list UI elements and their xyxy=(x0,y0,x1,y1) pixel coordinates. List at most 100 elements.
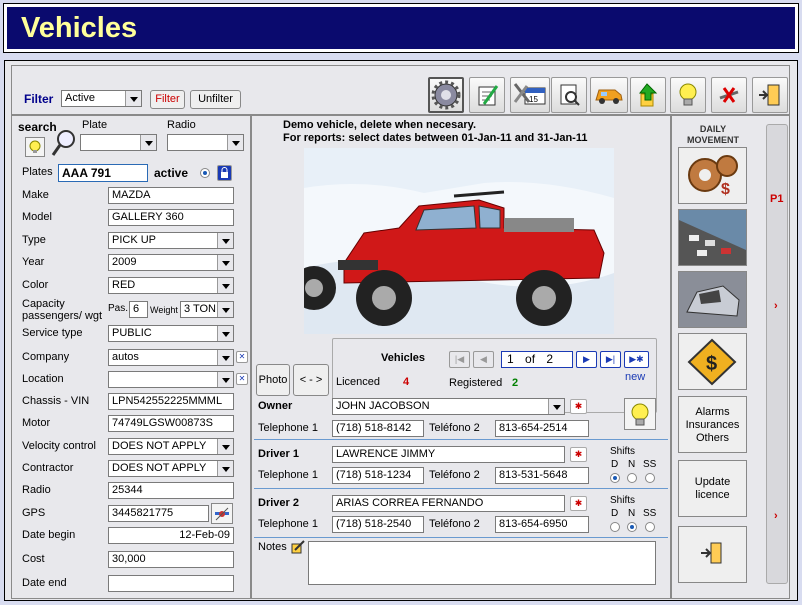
motor-field[interactable]: 74749LGSW00873S xyxy=(108,415,234,432)
driver1-tel2-field[interactable]: 813-531-5648 xyxy=(495,467,589,484)
driver1-label: Driver 1 xyxy=(258,448,299,460)
chevron-down-icon xyxy=(222,378,230,383)
daily-movement-button[interactable]: $ xyxy=(678,147,747,204)
scroll-down-chevron-icon[interactable]: › xyxy=(774,510,778,522)
delete-toolbar-button[interactable] xyxy=(711,77,747,113)
update-licence-button[interactable]: Update licence xyxy=(678,460,747,517)
contractor-select[interactable]: DOES NOT APPLY xyxy=(108,460,234,477)
driver1-shift-n-radio[interactable] xyxy=(627,473,637,483)
owner-tel2-field[interactable]: 813-654-2514 xyxy=(495,420,589,437)
preview-toolbar-button[interactable] xyxy=(551,77,587,113)
print-preview-icon xyxy=(560,84,580,106)
date-begin-field[interactable]: 12-Feb-09 xyxy=(108,527,234,544)
filter-button[interactable]: Filter xyxy=(150,90,185,109)
radio-search-select[interactable] xyxy=(167,134,244,151)
location-add-button[interactable]: ✕ xyxy=(236,373,248,385)
alarms-insurances-button[interactable]: Alarms Insurances Others xyxy=(678,396,747,453)
driver2-shift-ss-radio[interactable] xyxy=(645,522,655,532)
velocity-control-select[interactable]: DOES NOT APPLY xyxy=(108,438,234,455)
export-toolbar-button[interactable] xyxy=(630,77,666,113)
accidents-button[interactable] xyxy=(678,271,747,328)
vehicle-photo xyxy=(304,148,614,334)
photo-button[interactable]: Photo xyxy=(256,364,290,396)
driver1-name-field[interactable]: LAWRENCE JIMMY xyxy=(332,446,565,463)
owner-tips-button[interactable] xyxy=(624,398,656,430)
chevron-down-icon xyxy=(222,261,230,266)
notes-field[interactable] xyxy=(308,541,656,585)
year-select[interactable]: 2009 xyxy=(108,254,234,271)
plates-input[interactable]: AAA 791 xyxy=(58,164,148,182)
company-add-button[interactable]: ✕ xyxy=(236,351,248,363)
weight-label: Weight xyxy=(150,305,178,315)
company-label: Company xyxy=(22,351,70,363)
plate-search-select[interactable] xyxy=(80,134,157,151)
unfilter-button[interactable]: Unfilter xyxy=(190,90,241,109)
company-select[interactable]: autos xyxy=(108,349,234,366)
radio-field[interactable]: 25344 xyxy=(108,482,234,499)
calendar-tools-toolbar-button[interactable]: 15 xyxy=(510,77,550,113)
driver2-tel2-field[interactable]: 813-654-6950 xyxy=(495,516,589,533)
exit-toolbar-button[interactable] xyxy=(752,77,788,113)
search-tips-button[interactable] xyxy=(25,137,45,157)
driver1-shift-ss-radio[interactable] xyxy=(645,473,655,483)
notes-edit-icon[interactable] xyxy=(290,539,306,555)
vehicle-details-panel: search Plate Radio Plates AAA 791 active… xyxy=(11,115,251,599)
satellite-button[interactable] xyxy=(211,503,233,524)
driver2-shift-n-radio[interactable] xyxy=(627,522,637,532)
driver2-tel1-field[interactable]: (718) 518-2540 xyxy=(332,516,424,533)
color-select[interactable]: RED xyxy=(108,277,234,294)
cost-field[interactable]: 30,000 xyxy=(108,551,234,568)
type-select[interactable]: PICK UP xyxy=(108,232,234,249)
driver2-tel1-label: Telephone 1 xyxy=(258,518,318,530)
driver2-shift-d-radio[interactable] xyxy=(610,522,620,532)
weight-select[interactable]: 3 TON xyxy=(180,301,234,318)
new-record-button[interactable]: ▶✱ xyxy=(624,351,649,368)
chevron-down-icon xyxy=(222,356,230,361)
gps-field[interactable]: 3445821775 xyxy=(108,505,209,522)
service-type-select[interactable]: PUBLIC xyxy=(108,325,234,342)
new-label: new xyxy=(625,371,646,383)
owner-select[interactable]: JOHN JACOBSON xyxy=(332,398,565,415)
page-scrollbar[interactable]: P1 › › xyxy=(766,124,788,584)
traffic-button[interactable] xyxy=(678,209,747,266)
vehicle-toolbar-button[interactable] xyxy=(590,77,628,113)
owner-clear-button[interactable]: ✱ xyxy=(570,399,587,414)
filter-select[interactable]: Active xyxy=(61,90,142,107)
costs-button[interactable]: $ xyxy=(678,333,747,390)
location-select[interactable] xyxy=(108,371,234,388)
contractor-value: DOES NOT APPLY xyxy=(112,462,207,474)
tips-toolbar-button[interactable] xyxy=(670,77,706,113)
edit-toolbar-button[interactable] xyxy=(469,77,505,113)
active-radio[interactable] xyxy=(200,168,210,178)
first-record-button[interactable]: |◀ xyxy=(449,351,470,368)
previous-record-button[interactable]: ◀ xyxy=(473,351,494,368)
chevron-down-icon xyxy=(222,284,230,289)
plates-label: Plates xyxy=(22,166,53,178)
next-record-button[interactable]: ▶ xyxy=(576,351,597,368)
driver1-tel1-field[interactable]: (718) 518-1234 xyxy=(332,467,424,484)
date-end-label: Date end xyxy=(22,577,67,589)
record-counter[interactable]: 1 of 2 xyxy=(501,351,573,368)
last-record-button[interactable]: ▶| xyxy=(600,351,621,368)
passengers-field[interactable]: 6 xyxy=(129,301,148,318)
edit-notepad-icon xyxy=(478,85,499,106)
driver2-clear-button[interactable]: ✱ xyxy=(570,496,587,511)
model-field[interactable]: GALLERY 360 xyxy=(108,209,234,226)
driver2-name-field[interactable]: ARIAS CORREA FERNANDO xyxy=(332,495,565,512)
date-end-field[interactable] xyxy=(108,575,234,592)
scroll-up-chevron-icon[interactable]: › xyxy=(774,300,778,312)
chassis-field[interactable]: LPN542552225MMML xyxy=(108,393,234,410)
notes-label: Notes xyxy=(258,541,287,553)
exit-button[interactable] xyxy=(678,526,747,583)
lock-button[interactable] xyxy=(217,165,232,181)
owner-tel1-field[interactable]: (718) 518-8142 xyxy=(332,420,424,437)
swap-button[interactable]: < - > xyxy=(293,364,329,396)
driver1-shift-d-radio[interactable] xyxy=(610,473,620,483)
chevron-down-icon xyxy=(232,141,240,146)
make-field[interactable]: MAZDA xyxy=(108,187,234,204)
registered-label: Registered xyxy=(449,377,503,389)
driver1-clear-button[interactable]: ✱ xyxy=(570,447,587,462)
current-record: 1 xyxy=(507,352,514,366)
chevron-down-icon xyxy=(222,467,230,472)
gears-toolbar-button[interactable] xyxy=(428,77,464,113)
